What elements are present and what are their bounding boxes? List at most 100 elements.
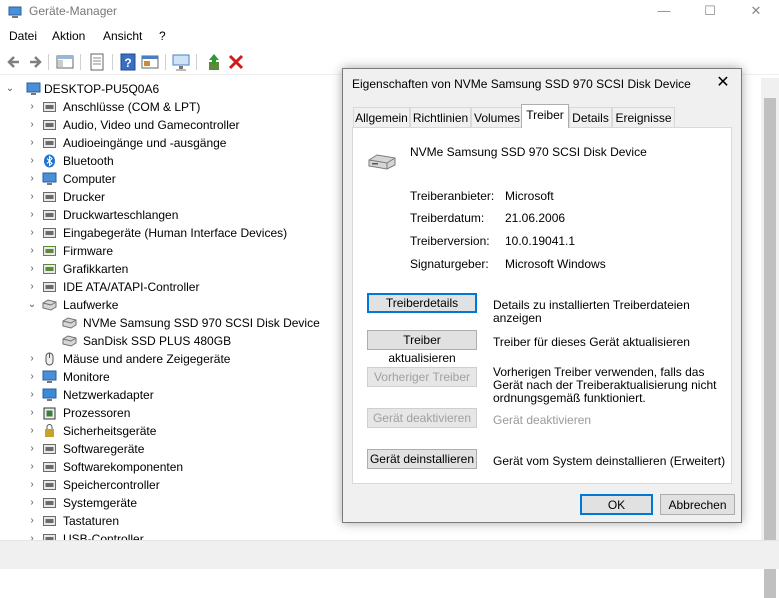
driver-details-description: Details zu installierten Treiberdateien … (493, 298, 690, 325)
chevron-right-icon[interactable]: › (26, 98, 38, 116)
minimize-button[interactable]: — (641, 0, 687, 24)
help-icon[interactable]: ? (118, 52, 138, 72)
digital-signer-label: Signaturgeber: (410, 257, 489, 271)
chevron-right-icon[interactable]: › (26, 134, 38, 152)
view-icon[interactable] (140, 52, 160, 72)
tab-details[interactable]: Details (569, 107, 612, 128)
display-adapter-icon (43, 264, 56, 274)
chevron-right-icon[interactable]: › (26, 512, 38, 530)
menu-ansicht[interactable]: Ansicht (103, 29, 142, 43)
update-driver-button[interactable]: Treiber aktualisieren (367, 330, 477, 365)
svg-text:?: ? (124, 56, 131, 70)
chevron-right-icon[interactable]: › (26, 386, 38, 404)
tab-allgemein[interactable]: Allgemein (353, 107, 410, 128)
chevron-right-icon[interactable]: › (26, 368, 38, 386)
cancel-button[interactable]: Abbrechen (660, 494, 735, 515)
ide-controller-icon (43, 282, 56, 292)
disable-device-description: Gerät deaktivieren (493, 413, 592, 427)
tree-item-label: Sicherheitsgeräte (63, 424, 157, 438)
tab-ereignisse[interactable]: Ereignisse (612, 107, 675, 128)
printer-icon (43, 192, 56, 202)
monitor-icon (42, 370, 57, 383)
disk-drive-icon (42, 299, 57, 311)
forward-arrow-icon[interactable] (25, 52, 45, 72)
close-window-button[interactable]: ✕ (733, 0, 779, 24)
tree-item-label: Softwarekomponenten (63, 460, 184, 474)
chevron-right-icon[interactable]: › (26, 170, 38, 188)
update-driver-icon[interactable] (204, 52, 224, 72)
bluetooth-icon (44, 154, 55, 168)
ok-button[interactable]: OK (580, 494, 653, 515)
tree-item-label: Audioeingänge und -ausgänge (63, 136, 227, 150)
chevron-right-icon[interactable]: › (26, 278, 38, 296)
menu-help[interactable]: ? (159, 29, 166, 43)
tree-item-label: Audio, Video und Gamecontroller (63, 118, 240, 132)
driver-details-button[interactable]: Treiberdetails (367, 293, 477, 313)
disable-device-button[interactable]: Gerät deaktivieren (367, 408, 477, 428)
chevron-right-icon[interactable]: › (26, 224, 38, 242)
tree-item-label: IDE ATA/ATAPI-Controller (63, 280, 200, 294)
mouse-icon (45, 352, 54, 366)
driver-provider-label: Treiberanbieter: (410, 189, 495, 203)
disk-icon (62, 317, 77, 329)
menu-aktion[interactable]: Aktion (52, 29, 85, 43)
speaker-icon (43, 138, 56, 148)
security-device-icon (45, 424, 54, 437)
chevron-right-icon[interactable]: › (26, 422, 38, 440)
chevron-right-icon[interactable]: › (26, 260, 38, 278)
chevron-right-icon[interactable]: › (26, 476, 38, 494)
tree-item-label: Bluetooth (63, 154, 114, 168)
tree-item-label: Grafikkarten (63, 262, 129, 276)
computer-icon (26, 82, 41, 95)
chevron-right-icon[interactable]: › (26, 152, 38, 170)
tree-item-label: Drucker (63, 190, 106, 204)
tab-richtlinien[interactable]: Richtlinien (410, 107, 471, 128)
chevron-down-icon[interactable]: ⌄ (26, 296, 38, 314)
uninstall-device-button[interactable]: Gerät deinstallieren (367, 449, 477, 469)
show-hide-tree-icon[interactable] (55, 52, 75, 72)
keyboard-icon (43, 228, 56, 238)
scan-hardware-icon[interactable] (171, 52, 191, 72)
rollback-driver-button[interactable]: Vorheriger Treiber (367, 367, 477, 387)
chevron-right-icon[interactable]: › (26, 530, 38, 540)
chevron-right-icon[interactable]: › (26, 494, 38, 512)
tree-item-label: Monitore (63, 370, 110, 384)
chevron-right-icon[interactable]: › (26, 440, 38, 458)
tab-volumes[interactable]: Volumes (471, 107, 523, 128)
chevron-right-icon[interactable]: › (26, 404, 38, 422)
tree-item-label: Tastaturen (63, 514, 120, 528)
disk-icon (62, 335, 77, 347)
computer-icon (42, 172, 57, 185)
keyboard-icon (43, 516, 56, 526)
print-queue-icon (43, 210, 56, 220)
tab-treiber[interactable]: Treiber (521, 104, 569, 128)
properties-dialog: Eigenschaften von NVMe Samsung SSD 970 S… (342, 68, 742, 523)
rollback-driver-description: Vorherigen Treiber verwenden, falls das … (493, 365, 717, 405)
uninstall-icon[interactable] (226, 52, 246, 72)
toolbar-separator (48, 54, 49, 70)
back-arrow-icon[interactable] (4, 52, 24, 72)
network-icon (42, 388, 57, 401)
port-icon (43, 102, 56, 112)
chevron-down-icon[interactable]: ⌄ (4, 80, 16, 98)
chevron-right-icon[interactable]: › (26, 350, 38, 368)
tree-item-label: Softwaregeräte (63, 442, 145, 456)
scrollbar-thumb[interactable] (764, 98, 776, 598)
tree-item-label: Eingabegeräte (Human Interface Devices) (63, 226, 288, 240)
driver-provider-value: Microsoft (505, 189, 554, 203)
chevron-right-icon[interactable]: › (26, 242, 38, 260)
maximize-button[interactable]: ☐ (687, 0, 733, 24)
chevron-right-icon[interactable]: › (26, 458, 38, 476)
properties-icon[interactable] (87, 52, 107, 72)
menu-datei[interactable]: Datei (9, 29, 37, 43)
chevron-right-icon[interactable]: › (26, 206, 38, 224)
software-component-icon (43, 462, 56, 472)
chevron-right-icon[interactable]: › (26, 188, 38, 206)
vertical-scrollbar[interactable] (761, 78, 779, 598)
dialog-close-button[interactable]: ✕ (711, 73, 735, 93)
tree-item-label: NVMe Samsung SSD 970 SCSI Disk Device (83, 316, 320, 330)
chevron-right-icon[interactable]: › (26, 116, 38, 134)
dialog-title: Eigenschaften von NVMe Samsung SSD 970 S… (352, 77, 691, 91)
title-bar: Geräte-Manager — ☐ ✕ (0, 0, 779, 24)
window-title: Geräte-Manager (29, 4, 118, 18)
